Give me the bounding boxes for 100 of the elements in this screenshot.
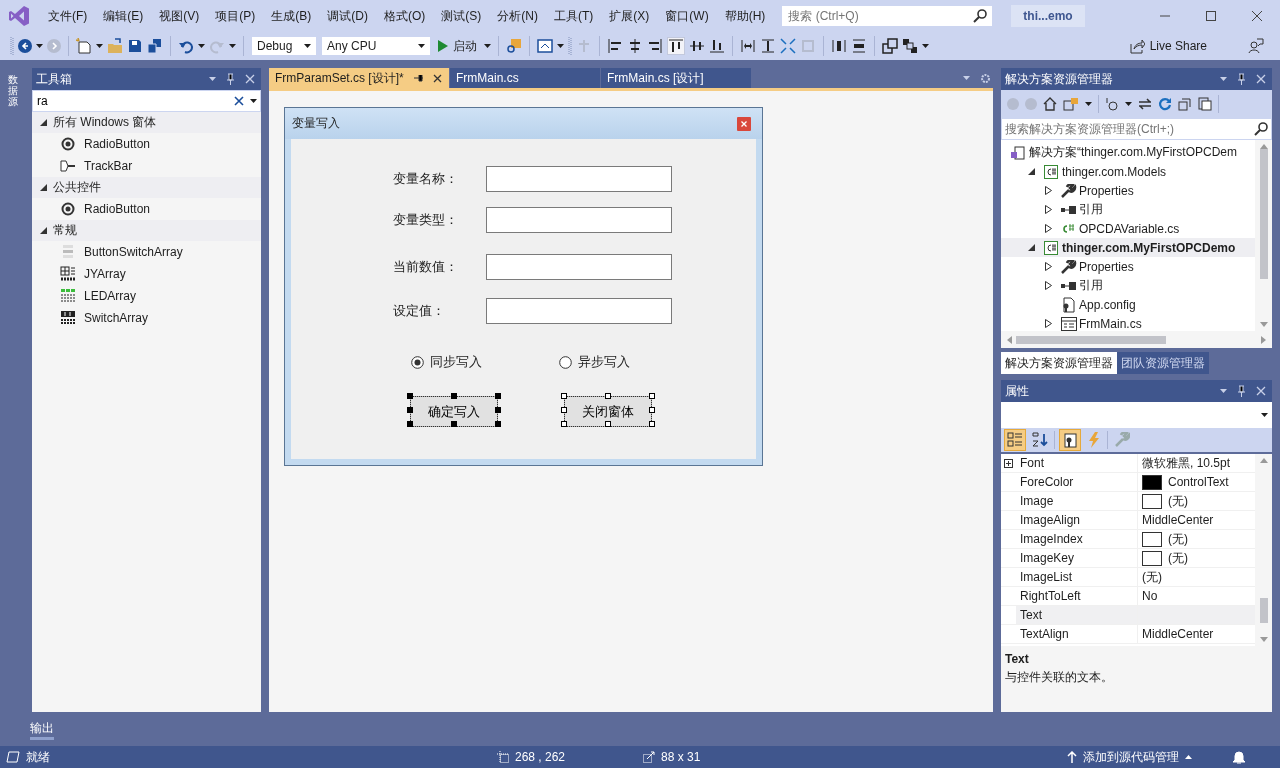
expand-arrow-icon[interactable]: [1045, 205, 1052, 214]
feedback-icon[interactable]: [1248, 38, 1264, 54]
menu-item[interactable]: 扩展(X): [601, 7, 658, 25]
toolbox-item[interactable]: LEDArray: [32, 285, 261, 307]
save-all-icon[interactable]: [147, 38, 163, 54]
caret-icon[interactable]: [418, 44, 425, 48]
menu-item[interactable]: 工具(T): [546, 7, 602, 25]
document-tab[interactable]: FrmMain.cs: [450, 68, 600, 88]
switch-views-icon[interactable]: [1063, 97, 1079, 111]
menu-item[interactable]: 视图(V): [151, 7, 208, 25]
text-field[interactable]: [486, 166, 672, 192]
alphabetical-icon[interactable]: [1032, 432, 1048, 448]
menu-item[interactable]: 项目(P): [207, 7, 264, 25]
scrollbar-thumb[interactable]: [1259, 597, 1268, 623]
spacing-vertical-icon[interactable]: [851, 38, 867, 54]
home-window-icon[interactable]: [537, 38, 553, 54]
scroll-down-icon[interactable]: [1259, 637, 1268, 642]
overflow-icon[interactable]: [922, 44, 929, 48]
property-row[interactable]: TextAlign MiddleCenter: [1001, 625, 1255, 644]
resize-handle[interactable]: [407, 393, 413, 399]
text-field[interactable]: [486, 254, 672, 280]
collapse-all-icon[interactable]: [1178, 97, 1192, 111]
toolbox-group-header[interactable]: 公共控件: [32, 177, 261, 198]
collapse-arrow-icon[interactable]: [1028, 244, 1035, 251]
clear-icon[interactable]: [234, 96, 244, 106]
tree-item[interactable]: App.config: [1001, 295, 1255, 314]
side-tab[interactable]: 数据源: [8, 74, 18, 107]
toolbox-item[interactable]: JYArray: [32, 263, 261, 285]
radio-button[interactable]: 异步写入: [559, 353, 707, 371]
resize-handle[interactable]: [649, 421, 655, 427]
tree-item[interactable]: thinger.com.MyFirstOPCDemo: [1001, 238, 1255, 257]
property-row[interactable]: ImageIndex (无): [1001, 530, 1255, 549]
caret-icon[interactable]: [1261, 413, 1268, 417]
scroll-down-icon[interactable]: [1259, 322, 1268, 327]
dropdown-arrow-icon[interactable]: [484, 44, 491, 48]
property-row[interactable]: ImageAlign MiddleCenter: [1001, 511, 1255, 530]
resize-handle[interactable]: [649, 393, 655, 399]
back-icon[interactable]: [18, 39, 32, 53]
bring-to-front-icon[interactable]: [882, 38, 898, 54]
toolbox-item[interactable]: SwitchArray: [32, 307, 261, 329]
expand-arrow-icon[interactable]: [1045, 186, 1052, 195]
property-value[interactable]: MiddleCenter: [1142, 627, 1214, 641]
save-icon[interactable]: [127, 38, 143, 54]
property-value[interactable]: (无): [1142, 568, 1162, 586]
dropdown-arrow-icon[interactable]: [250, 99, 257, 103]
resize-handle[interactable]: [561, 393, 567, 399]
search-field[interactable]: 搜索 (Ctrl+Q): [781, 5, 994, 27]
menu-item[interactable]: 编辑(E): [95, 7, 152, 25]
scrollbar-thumb[interactable]: [1016, 335, 1166, 344]
tree-item[interactable]: Properties: [1001, 257, 1255, 276]
expand-icon[interactable]: [1004, 458, 1013, 468]
resize-handle[interactable]: [605, 393, 611, 399]
toolbox-item[interactable]: TrackBar: [32, 155, 261, 177]
menu-item[interactable]: 帮助(H): [716, 7, 774, 25]
scrollbar-thumb[interactable]: [1259, 148, 1268, 279]
source-control-button[interactable]: 添加到源代码管理: [1067, 748, 1192, 766]
notification-icon[interactable]: [1232, 750, 1246, 764]
panel-tab[interactable]: 解决方案资源管理器: [1001, 352, 1117, 374]
property-row[interactable]: ForeColor ControlText: [1001, 473, 1255, 492]
text-field[interactable]: [486, 298, 672, 324]
same-height-icon[interactable]: [760, 38, 776, 54]
toolbox-group-header[interactable]: 常规: [32, 220, 261, 241]
property-value[interactable]: ControlText: [1168, 475, 1229, 489]
same-size-icon[interactable]: [780, 38, 796, 54]
document-tab[interactable]: FrmMain.cs [设计]: [601, 68, 751, 88]
toolbox-item[interactable]: RadioButton: [32, 133, 261, 155]
categorized-icon[interactable]: [1007, 432, 1023, 448]
property-value[interactable]: No: [1142, 589, 1158, 603]
expand-arrow-icon[interactable]: [1045, 224, 1052, 233]
text-field[interactable]: [486, 207, 672, 233]
resize-handle[interactable]: [495, 393, 501, 399]
form-button[interactable]: 确定写入: [410, 396, 498, 427]
refresh-icon[interactable]: [1158, 97, 1172, 111]
dropdown-arrow-icon[interactable]: [229, 44, 236, 48]
expand-arrow-icon[interactable]: [1045, 281, 1052, 290]
document-tab[interactable]: FrmParamSet.cs [设计]*: [269, 68, 449, 88]
resize-handle[interactable]: [451, 421, 457, 427]
dropdown-arrow-icon[interactable]: [96, 44, 103, 48]
properties-icon[interactable]: [1062, 432, 1078, 448]
property-row[interactable]: ImageKey (无): [1001, 549, 1255, 568]
tree-item[interactable]: 解决方案“thinger.com.MyFirstOPCDem: [1001, 143, 1255, 162]
align-centers-icon[interactable]: [627, 38, 643, 54]
start-button[interactable]: 启动: [435, 37, 480, 55]
toolbox-group-header[interactable]: 所有 Windows 窗体: [32, 112, 261, 133]
dropdown-arrow-icon[interactable]: [1085, 102, 1092, 106]
dropdown-arrow-icon[interactable]: [198, 44, 205, 48]
toolbox-item[interactable]: ButtonSwitchArray: [32, 241, 261, 263]
find-window-icon[interactable]: [506, 38, 522, 54]
close-icon[interactable]: [432, 73, 442, 83]
resize-handle[interactable]: [605, 421, 611, 427]
property-row[interactable]: Text: [1001, 606, 1255, 625]
property-value[interactable]: (无): [1168, 530, 1188, 548]
pending-changes-icon[interactable]: [1105, 97, 1119, 111]
dropdown-arrow-icon[interactable]: [1125, 102, 1132, 106]
expand-arrow-icon[interactable]: [1045, 319, 1052, 328]
pin-icon[interactable]: [413, 73, 423, 83]
form-button[interactable]: 关闭窗体: [564, 396, 652, 427]
close-icon[interactable]: [1251, 10, 1263, 22]
maximize-icon[interactable]: [1205, 10, 1217, 22]
radio-empty-icon[interactable]: [559, 355, 572, 369]
